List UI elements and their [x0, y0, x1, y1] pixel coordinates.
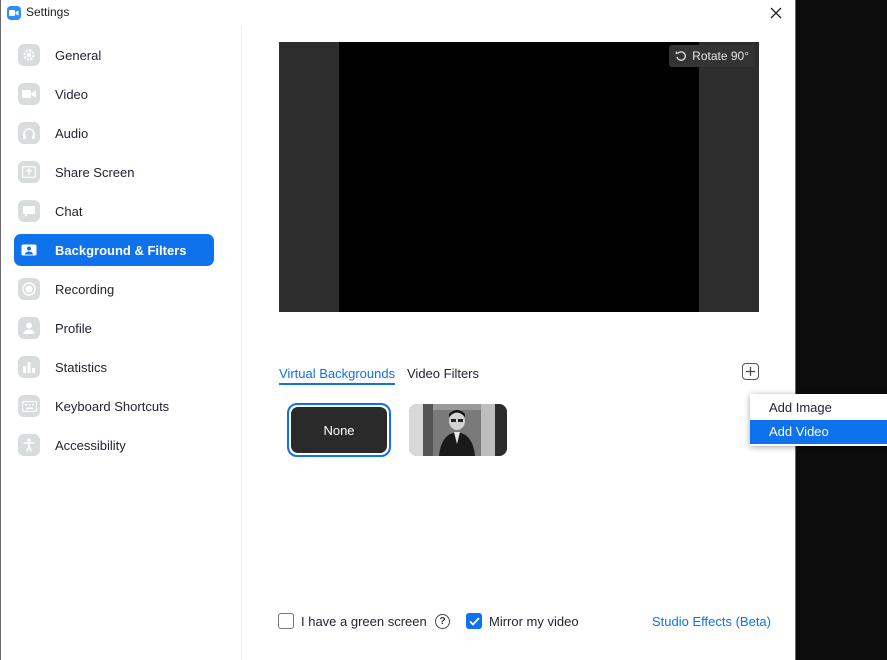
mirror-video-checkbox[interactable] — [466, 613, 482, 629]
rotate-button[interactable]: Rotate 90° — [669, 45, 755, 67]
sidebar-item-label: Background & Filters — [55, 243, 187, 258]
accessibility-icon — [18, 434, 40, 456]
close-button[interactable] — [763, 1, 789, 25]
video-preview: Rotate 90° — [279, 42, 759, 312]
sidebar-item-label: Accessibility — [55, 438, 126, 453]
settings-window: Settings General Video Audio Share Scree… — [0, 0, 796, 660]
sidebar-item-statistics[interactable]: Statistics — [14, 351, 214, 383]
sidebar-item-label: Video — [55, 87, 89, 102]
background-icon — [18, 239, 40, 261]
background-none-tile[interactable]: None — [287, 403, 391, 457]
sidebar-item-profile[interactable]: Profile — [14, 312, 214, 344]
chat-icon — [18, 200, 40, 222]
menu-item-add-video[interactable]: Add Video — [750, 420, 887, 444]
sidebar-item-background-filters[interactable]: Background & Filters — [14, 234, 214, 266]
camera-icon — [18, 83, 40, 105]
sidebar-item-label: Profile — [55, 321, 92, 336]
person-thumbnail-image — [409, 404, 507, 456]
close-icon — [770, 7, 782, 19]
share-screen-icon — [18, 161, 40, 183]
help-icon[interactable]: ? — [435, 614, 450, 629]
settings-sidebar: General Video Audio Share Screen Chat Ba… — [1, 26, 242, 660]
rotate-icon — [675, 51, 687, 61]
window-title: Settings — [26, 5, 70, 19]
sidebar-item-label: Audio — [55, 126, 89, 141]
tab-video-filters[interactable]: Video Filters — [407, 366, 479, 381]
background-video-thumbnail[interactable] — [409, 404, 507, 456]
sidebar-item-video[interactable]: Video — [14, 78, 214, 110]
zoom-app-icon — [7, 6, 21, 20]
sidebar-item-recording[interactable]: Recording — [14, 273, 214, 305]
statistics-icon — [18, 356, 40, 378]
green-screen-label: I have a green screen — [301, 614, 427, 629]
sidebar-item-audio[interactable]: Audio — [14, 117, 214, 149]
tab-virtual-backgrounds[interactable]: Virtual Backgrounds — [279, 366, 395, 381]
sidebar-item-label: Recording — [55, 282, 115, 297]
checkmark-icon — [468, 616, 480, 626]
sidebar-item-keyboard-shortcuts[interactable]: Keyboard Shortcuts — [14, 390, 214, 422]
sidebar-item-chat[interactable]: Chat — [14, 195, 214, 227]
sidebar-item-label: General — [55, 48, 102, 63]
sidebar-item-accessibility[interactable]: Accessibility — [14, 429, 214, 461]
add-background-menu: Add Image Add Video — [750, 394, 887, 446]
sidebar-item-share-screen[interactable]: Share Screen — [14, 156, 214, 188]
studio-effects-link[interactable]: Studio Effects (Beta) — [652, 614, 771, 629]
background-none-label: None — [323, 422, 355, 438]
plus-icon — [746, 367, 755, 376]
sidebar-item-general[interactable]: General — [14, 39, 214, 71]
mirror-video-label: Mirror my video — [489, 614, 579, 629]
gear-icon — [18, 44, 40, 66]
sidebar-item-label: Statistics — [55, 360, 108, 375]
active-tab-indicator — [279, 383, 395, 385]
headphones-icon — [18, 122, 40, 144]
green-screen-checkbox[interactable] — [278, 613, 294, 629]
add-background-button[interactable] — [742, 363, 759, 380]
menu-item-add-image[interactable]: Add Image — [750, 396, 887, 420]
keyboard-icon — [18, 395, 40, 417]
profile-icon — [18, 317, 40, 339]
video-preview-frame — [339, 42, 699, 312]
title-bar: Settings — [1, 0, 795, 26]
sidebar-item-label: Chat — [55, 204, 83, 219]
record-icon — [18, 278, 40, 300]
sidebar-item-label: Keyboard Shortcuts — [55, 399, 170, 414]
rotate-label: Rotate 90° — [692, 49, 749, 63]
sidebar-item-label: Share Screen — [55, 165, 135, 180]
